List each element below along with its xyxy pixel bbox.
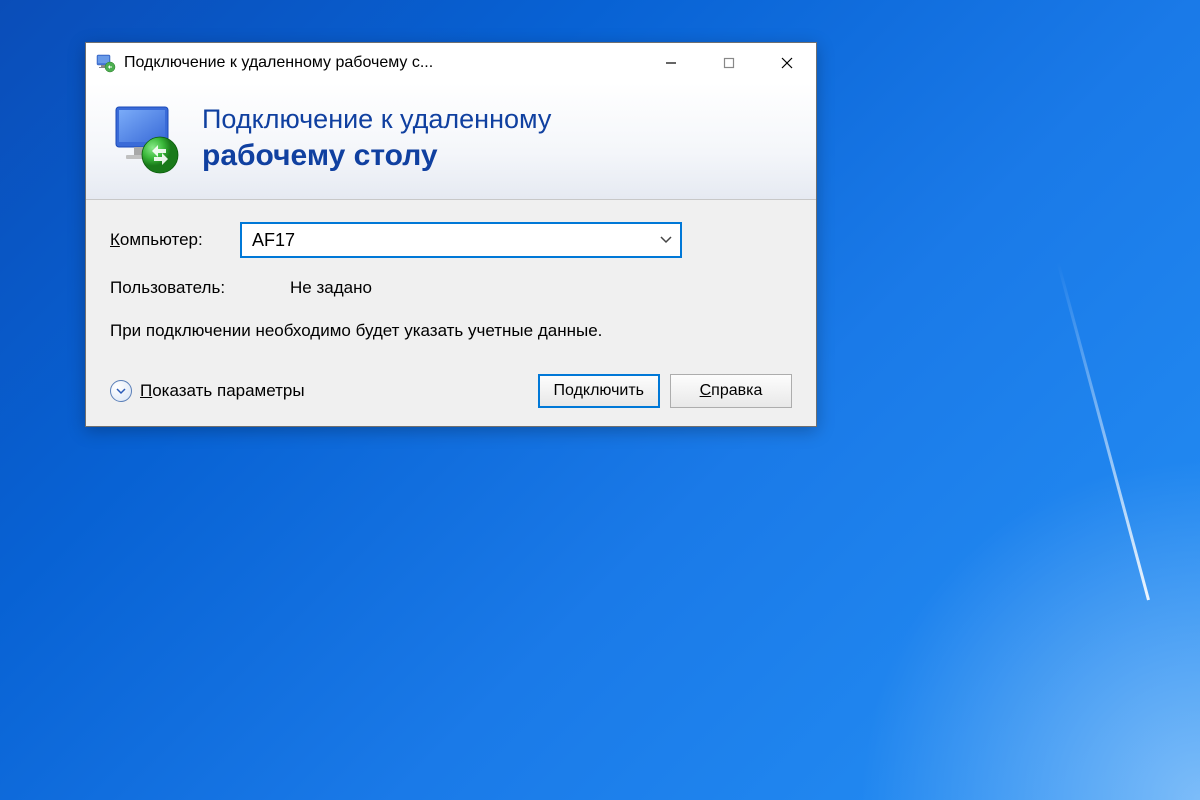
header-text: Подключение к удаленному рабочему столу [202, 103, 551, 174]
rdp-dialog: Подключение к удаленному рабочему с... [85, 42, 817, 427]
rdp-icon-small [96, 53, 116, 73]
connect-button[interactable]: Подключить [538, 374, 660, 408]
titlebar: Подключение к удаленному рабочему с... [86, 43, 816, 83]
computer-combo[interactable] [240, 222, 682, 258]
rdp-icon-large [108, 101, 184, 177]
header-line1: Подключение к удаленному [202, 103, 551, 137]
header-banner: Подключение к удаленному рабочему столу [86, 83, 816, 200]
button-group: Подключить Справка [538, 374, 792, 408]
dialog-body: Компьютер: Пользователь: Не задано При п… [86, 200, 816, 426]
user-value: Не задано [290, 278, 372, 298]
computer-row: Компьютер: [110, 222, 792, 258]
maximize-button[interactable] [700, 43, 758, 83]
close-button[interactable] [758, 43, 816, 83]
computer-label: Компьютер: [110, 230, 240, 250]
header-line2: рабочему столу [202, 137, 551, 175]
show-options-label: Показать параметры [140, 381, 305, 401]
show-options-link[interactable]: Показать параметры [110, 380, 305, 402]
computer-input[interactable] [240, 222, 682, 258]
info-text: При подключении необходимо будет указать… [110, 318, 792, 344]
window-title: Подключение к удаленному рабочему с... [124, 54, 642, 72]
user-label: Пользователь: [110, 278, 290, 298]
help-button[interactable]: Справка [670, 374, 792, 408]
user-row: Пользователь: Не задано [110, 278, 792, 298]
expand-down-icon [110, 380, 132, 402]
footer-row: Показать параметры Подключить Справка [110, 374, 792, 408]
minimize-button[interactable] [642, 43, 700, 83]
window-controls [642, 43, 816, 83]
